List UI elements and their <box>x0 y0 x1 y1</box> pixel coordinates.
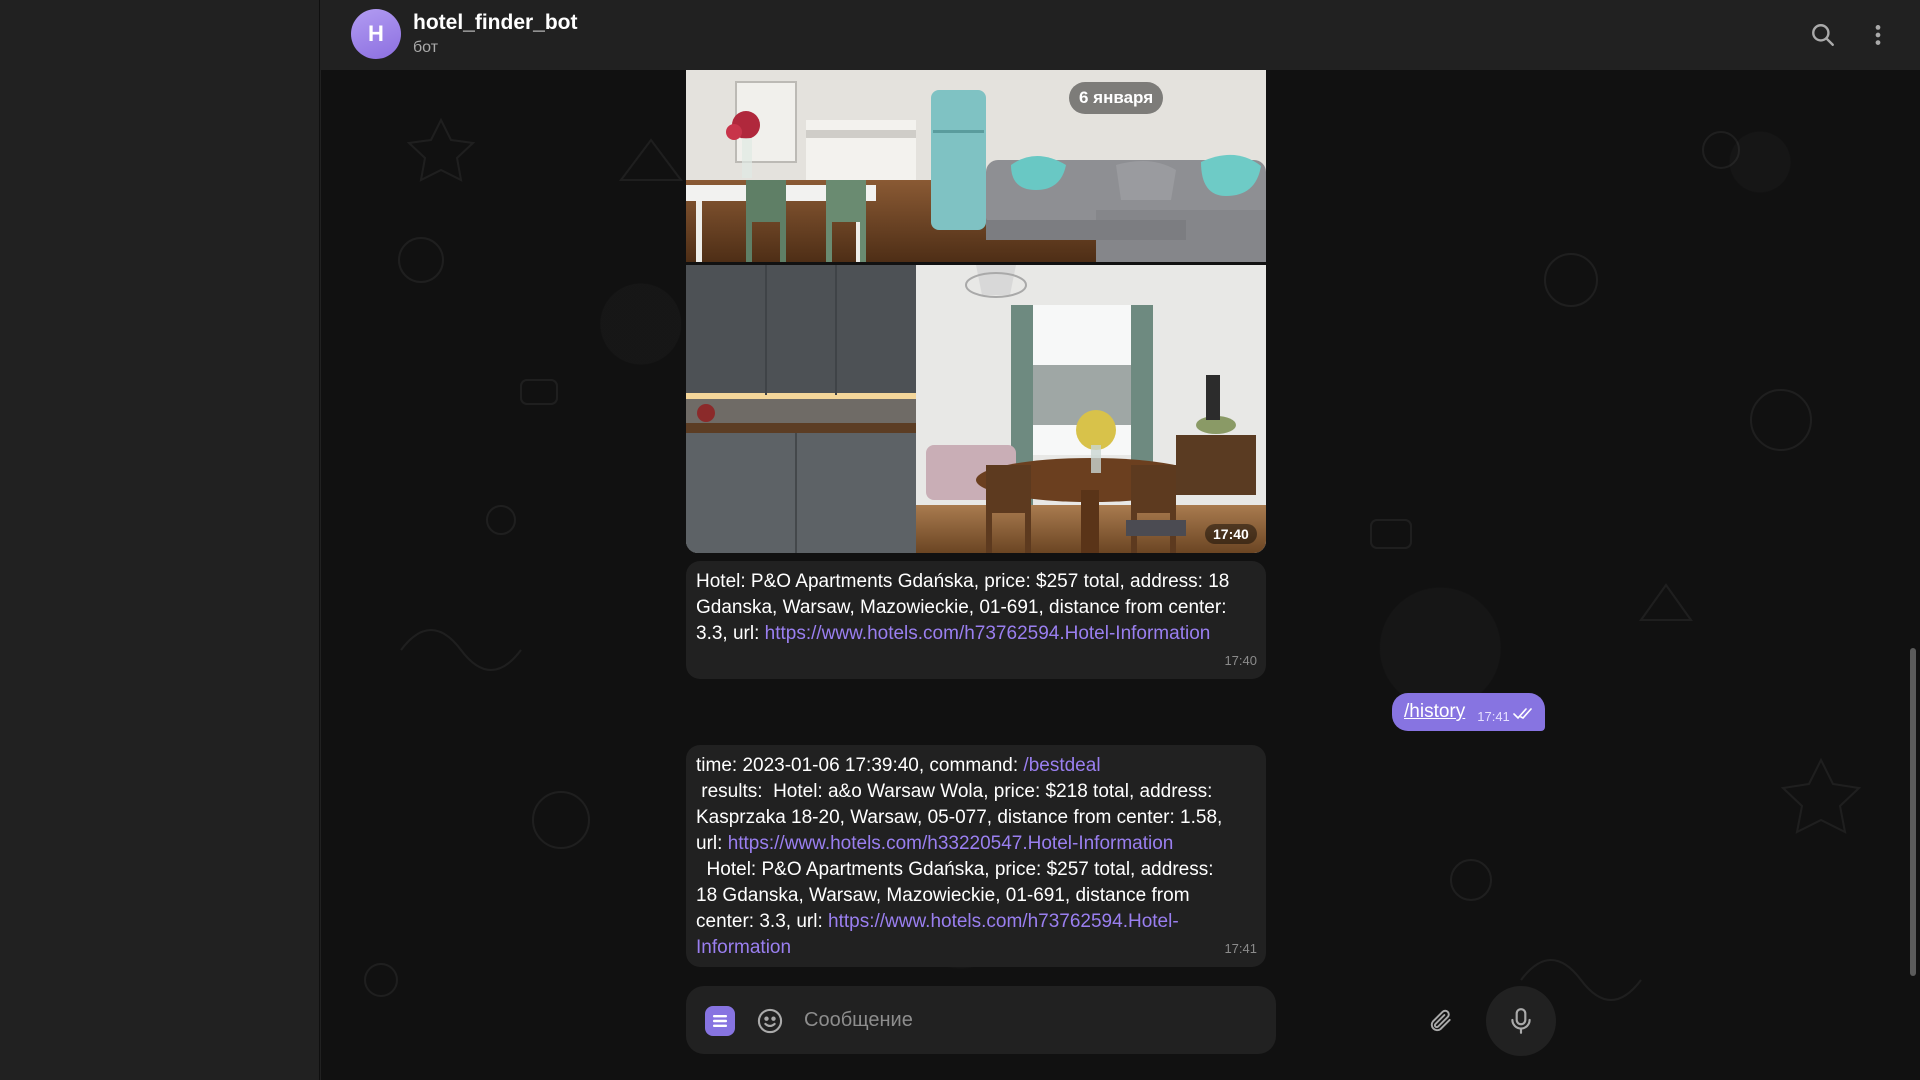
date-separator: 6 января <box>1069 82 1164 114</box>
bot-menu-icon[interactable] <box>705 1006 735 1036</box>
message-hotel-result: Hotel: P&O Apartments Gdańska, price: $2… <box>686 561 1266 679</box>
kitchen-dining-room-photo[interactable] <box>686 265 1266 553</box>
hotel-url-link[interactable]: https://www.hotels.com/h73762594.Hotel-I… <box>765 623 1211 644</box>
chat-list-sidebar <box>0 0 320 1080</box>
more-vertical-icon[interactable] <box>1863 20 1893 50</box>
message-time: 17:41 <box>1224 941 1257 956</box>
chat-header: H hotel_finder_bot бот <box>321 0 1920 70</box>
history-line: url: https://www.hotels.com/h33220547.Ho… <box>696 833 1174 854</box>
hotel-url-link[interactable]: https://www.hotels.com/h73762594.Hotel- <box>828 911 1179 932</box>
photo-timestamp: 17:40 <box>1205 524 1257 544</box>
chat-subtitle: бот <box>413 39 439 56</box>
message-time: 17:41 <box>1477 708 1510 724</box>
message-history-result: time: 2023-01-06 17:39:40, command: /bes… <box>686 745 1266 967</box>
hotel-url-link[interactable]: https://www.hotels.com/h33220547.Hotel-I… <box>728 833 1174 854</box>
message-time: 17:40 <box>1224 653 1257 668</box>
message-composer <box>686 986 1276 1054</box>
search-icon[interactable] <box>1808 20 1838 50</box>
hotel-url-link-continued[interactable]: Information <box>696 937 791 958</box>
chat-title[interactable]: hotel_finder_bot <box>413 11 578 35</box>
double-check-icon <box>1512 707 1533 725</box>
history-line: Information <box>696 935 1256 961</box>
attach-icon[interactable] <box>1426 1006 1456 1036</box>
history-line: 18 Gdanska, Warsaw, Mazowieckie, 01-691,… <box>696 885 1190 906</box>
message-input[interactable] <box>804 1002 1184 1038</box>
microphone-icon <box>1511 1008 1531 1034</box>
bot-avatar[interactable]: H <box>351 9 401 59</box>
emoji-icon[interactable] <box>755 1006 785 1036</box>
microphone-button[interactable] <box>1486 986 1556 1056</box>
history-line: time: 2023-01-06 17:39:40, command: /bes… <box>696 755 1101 776</box>
history-command-link[interactable]: /history <box>1404 701 1465 723</box>
chat-scrollbar[interactable] <box>1910 648 1916 976</box>
kitchen-living-room-photo[interactable] <box>686 70 1266 262</box>
message-user-command: /history 17:41 <box>1392 693 1545 731</box>
history-line: Hotel: P&O Apartments Gdańska, price: $2… <box>696 859 1214 880</box>
history-line: results: Hotel: a&o Warsaw Wola, price: … <box>696 781 1213 802</box>
history-line: center: 3.3, url: https://www.hotels.com… <box>696 911 1179 932</box>
bestdeal-command-link[interactable]: /bestdeal <box>1023 755 1100 776</box>
history-line: Kasprzaka 18-20, Warsaw, 05-077, distanc… <box>696 807 1223 828</box>
